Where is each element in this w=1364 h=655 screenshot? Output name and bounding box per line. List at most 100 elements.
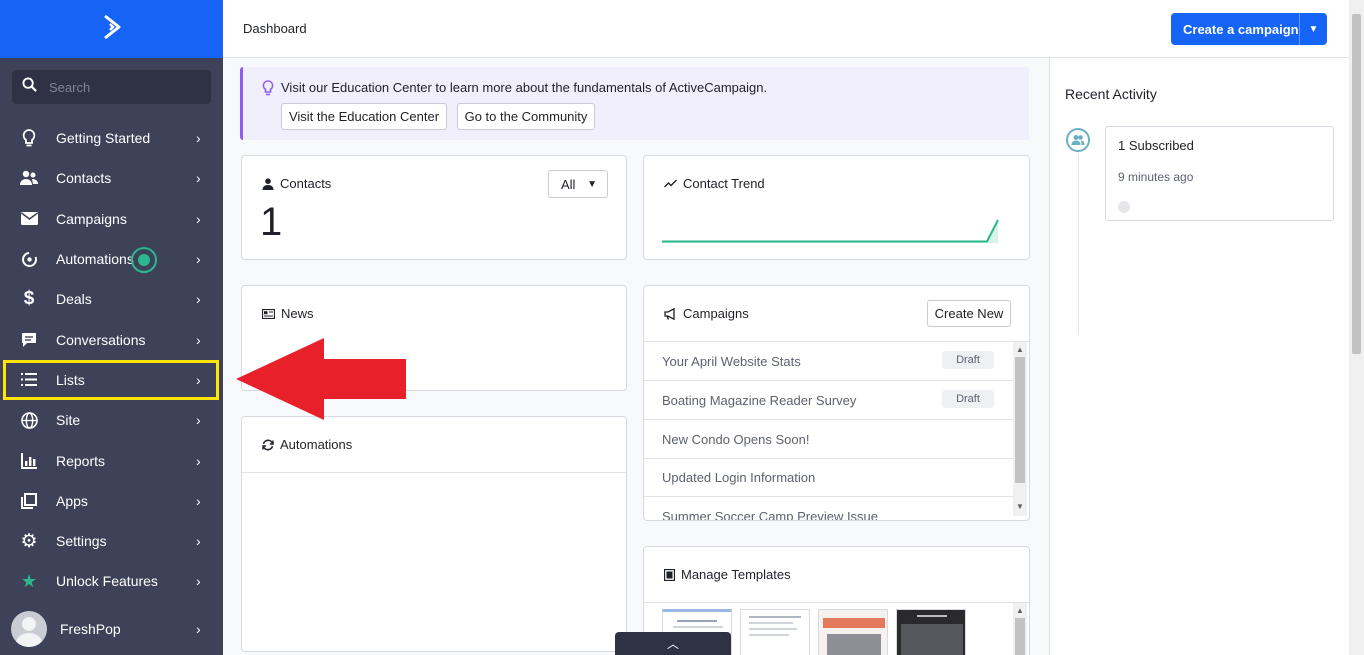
contact-trend-title: Contact Trend [664, 176, 765, 191]
news-card-title: News [262, 306, 314, 321]
sidebar-item-unlock-features[interactable]: ★ Unlock Features › [0, 561, 223, 601]
search-icon [22, 77, 37, 97]
lightbulb-icon [20, 129, 38, 147]
sidebar-item-apps[interactable]: Apps › [0, 481, 223, 521]
sidebar-item-conversations[interactable]: Conversations › [0, 319, 223, 359]
sidebar-item-label: Reports [56, 452, 106, 469]
contact-trend-card: Contact Trend [643, 155, 1030, 260]
education-center-button[interactable]: Visit the Education Center [281, 103, 447, 130]
chevron-right-icon: › [196, 331, 201, 348]
sidebar-item-label: Deals [56, 291, 92, 308]
scrollbar-thumb[interactable] [1015, 357, 1025, 483]
contacts-count: 1 [260, 200, 283, 244]
sidebar-item-getting-started[interactable]: Getting Started › [0, 118, 223, 158]
chevron-right-icon: › [196, 291, 201, 308]
sidebar-item-reports[interactable]: Reports › [0, 440, 223, 480]
dollar-icon: $ [23, 288, 35, 310]
sidebar-item-contacts[interactable]: Contacts › [0, 158, 223, 198]
divider [644, 602, 1029, 603]
contacts-card: Contacts 1 All ▼ [241, 155, 627, 260]
sidebar-item-label: Apps [56, 492, 88, 509]
chat-icon [20, 331, 38, 349]
campaign-name: Your April Website Stats [662, 353, 801, 369]
chevron-right-icon: › [196, 573, 201, 590]
scroll-down-arrow-icon[interactable]: ▼ [1016, 502, 1024, 511]
contacts-filter-select[interactable]: All ▼ [548, 170, 608, 198]
sidebar-item-site[interactable]: Site › [0, 400, 223, 440]
chevron-right-icon: › [196, 210, 201, 227]
sidebar-item-label: Getting Started [56, 130, 151, 147]
sidebar-item-settings[interactable]: ⚙ Settings › [0, 521, 223, 561]
bar-chart-icon [20, 452, 38, 470]
chevron-right-icon: › [196, 492, 201, 509]
sidebar-item-campaigns[interactable]: Campaigns › [0, 199, 223, 239]
create-campaign-button[interactable]: Create a campaign ▼ [1171, 13, 1327, 45]
campaign-row[interactable]: Boating Magazine Reader Survey Draft [644, 381, 1014, 420]
sidebar-item-automations[interactable]: Automations › [0, 239, 223, 279]
app: Getting Started › Contacts › Campaigns ›… [0, 0, 1364, 655]
apps-icon [20, 492, 38, 510]
caret-down-icon: ▼ [587, 178, 597, 190]
user-icon [262, 177, 274, 190]
search-box[interactable] [12, 70, 211, 104]
automations-card: Automations [241, 416, 627, 652]
status-badge: Draft [942, 390, 994, 408]
caret-down-icon[interactable]: ▼ [1299, 13, 1327, 45]
expand-panel-tab[interactable]: ︿ [615, 632, 731, 655]
chevron-right-icon: › [196, 130, 201, 147]
community-button[interactable]: Go to the Community [457, 103, 595, 130]
activity-title: 1 Subscribed [1118, 138, 1194, 153]
star-icon: ★ [20, 570, 38, 591]
page-scrollbar[interactable] [1349, 0, 1364, 655]
create-new-campaign-button[interactable]: Create New [927, 300, 1011, 327]
banner-message: Visit our Education Center to learn more… [281, 80, 768, 95]
create-campaign-label: Create a campaign [1183, 21, 1299, 37]
automations-icon [20, 250, 38, 268]
search-input[interactable] [49, 79, 199, 95]
subscribers-icon [1066, 128, 1090, 152]
list-icon [20, 371, 38, 389]
scrollbar-thumb[interactable] [1015, 618, 1025, 655]
chevron-right-icon: › [196, 412, 201, 429]
activity-item[interactable]: 1 Subscribed 9 minutes ago [1105, 126, 1334, 221]
refresh-icon [262, 439, 274, 450]
trend-title-text: Contact Trend [683, 176, 765, 191]
top-bar: Dashboard Create a campaign ▼ [223, 0, 1349, 58]
sidebar: Getting Started › Contacts › Campaigns ›… [0, 0, 223, 655]
trend-line-icon [664, 179, 677, 188]
campaigns-scrollbar[interactable]: ▲ ▼ [1013, 342, 1027, 516]
activecampaign-logo-icon[interactable] [102, 14, 122, 45]
templates-scrollbar[interactable]: ▲ [1013, 603, 1027, 655]
campaign-row[interactable]: New Condo Opens Soon! [644, 420, 1014, 459]
sidebar-item-label: Contacts [56, 170, 112, 187]
education-banner: Visit our Education Center to learn more… [240, 67, 1029, 140]
user-menu[interactable]: FreshPop › [0, 606, 223, 652]
template-icon [664, 568, 675, 581]
recent-activity-heading: Recent Activity [1065, 86, 1157, 102]
campaign-row[interactable]: Summer Soccer Camp Preview Issue [644, 497, 1014, 520]
sidebar-item-deals[interactable]: $ Deals › [0, 279, 223, 319]
campaign-row[interactable]: Your April Website Stats Draft [644, 342, 1014, 381]
logo-bar[interactable] [0, 0, 223, 58]
sidebar-item-label: Settings [56, 533, 107, 550]
scroll-up-arrow-icon[interactable]: ▲ [1016, 345, 1024, 354]
sidebar-item-label: Conversations [56, 331, 146, 348]
template-thumbnail[interactable] [896, 609, 966, 655]
campaign-name: Updated Login Information [662, 469, 816, 485]
envelope-icon [20, 210, 38, 228]
campaign-row[interactable]: Updated Login Information [644, 458, 1014, 497]
template-thumbnail[interactable] [740, 609, 810, 655]
automations-card-title: Automations [262, 437, 352, 452]
contacts-icon [20, 169, 38, 187]
chevron-right-icon: › [196, 170, 201, 187]
activity-time: 9 minutes ago [1118, 170, 1194, 184]
sidebar-item-lists[interactable]: Lists › [3, 359, 219, 401]
user-name: FreshPop [60, 621, 121, 637]
lightbulb-icon [262, 80, 274, 101]
avatar [11, 611, 47, 647]
scrollbar-thumb[interactable] [1352, 14, 1361, 354]
sidebar-item-label: Campaigns [56, 210, 127, 227]
template-thumbnail[interactable] [818, 609, 888, 655]
chevron-right-icon: › [196, 251, 201, 268]
scroll-up-arrow-icon[interactable]: ▲ [1016, 606, 1024, 615]
